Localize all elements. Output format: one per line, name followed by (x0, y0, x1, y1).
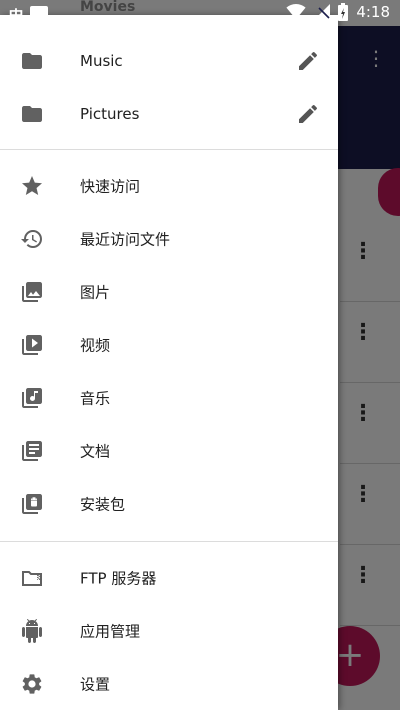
edit-icon[interactable] (296, 102, 320, 126)
music-icon (20, 386, 44, 410)
status-bar: Movies 忠 4:18 (0, 0, 400, 26)
document-icon (20, 439, 44, 463)
video-icon (20, 333, 44, 357)
drawer-item-label: 文档 (80, 442, 111, 460)
drawer-item-music-library[interactable]: 音乐 (0, 371, 338, 424)
status-indicators: 4:18 (286, 3, 390, 21)
drawer-item-label: 应用管理 (80, 622, 141, 640)
star-icon (20, 174, 44, 198)
drawer-item-settings[interactable]: 设置 (0, 657, 338, 710)
status-time: 4:18 (356, 3, 390, 21)
drawer-item-app-manager[interactable]: 应用管理 (0, 604, 338, 657)
screen: ⋮ ⋮ ⋮ ⋮ ⋮ ⋮ + Music Pictures (0, 0, 400, 710)
drawer-item-label: FTP 服务器 (80, 569, 157, 587)
drawer-item-quick-access[interactable]: 快速访问 (0, 159, 338, 212)
drawer-item-apk[interactable]: 安装包 (0, 477, 338, 530)
battery-charging-icon (338, 3, 349, 21)
drawer-item-label: 最近访问文件 (80, 230, 171, 248)
drawer-divider (0, 541, 338, 542)
signal-icon (314, 4, 331, 20)
apk-icon (20, 492, 44, 516)
notification-square-icon (30, 6, 49, 24)
navigation-drawer: Music Pictures 快速访问 最近访问文件 图片 视频 音乐 文档 安… (0, 15, 338, 710)
drawer-item-recent-files[interactable]: 最近访问文件 (0, 212, 338, 265)
wifi-icon (286, 4, 306, 20)
drawer-divider (0, 149, 338, 150)
drawer-item-label: 音乐 (80, 389, 111, 407)
history-icon (20, 227, 44, 251)
drawer-item-label: Music (80, 51, 123, 70)
ftp-folder-icon (20, 566, 44, 590)
folder-icon (20, 49, 44, 73)
drawer-item-pictures[interactable]: Pictures (0, 87, 338, 140)
drawer-header-peek-title: Movies (80, 0, 136, 15)
drawer-item-videos[interactable]: 视频 (0, 318, 338, 371)
android-icon (20, 618, 44, 643)
folder-icon (20, 102, 44, 126)
debug-notification-icon: 忠 (8, 7, 25, 26)
drawer-item-label: 图片 (80, 283, 111, 301)
edit-icon[interactable] (296, 49, 320, 73)
drawer-item-music[interactable]: Music (0, 34, 338, 87)
drawer-item-documents[interactable]: 文档 (0, 424, 338, 477)
drawer-item-label: 快速访问 (80, 177, 141, 195)
drawer-item-ftp-server[interactable]: FTP 服务器 (0, 551, 338, 604)
drawer-item-label: 设置 (80, 675, 111, 693)
drawer-item-label: 安装包 (80, 495, 126, 513)
image-icon (20, 280, 44, 304)
drawer-item-label: Pictures (80, 104, 140, 123)
status-notifications: 忠 (8, 3, 49, 27)
drawer-item-label: 视频 (80, 336, 111, 354)
drawer-item-images[interactable]: 图片 (0, 265, 338, 318)
settings-icon (20, 672, 44, 696)
